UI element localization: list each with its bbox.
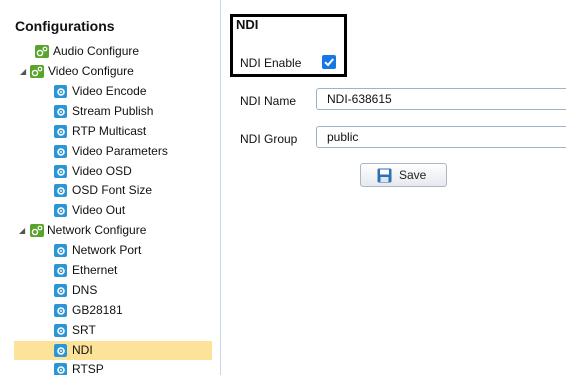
sidebar-item-label: Ethernet <box>72 263 118 277</box>
ndi-enable-checkbox[interactable] <box>322 55 336 69</box>
gear-icon <box>54 324 67 337</box>
gear-icon <box>54 204 67 217</box>
sidebar-item-label: Audio Configure <box>53 44 140 58</box>
collapse-arrow-icon[interactable]: ◢ <box>19 221 27 240</box>
sidebar-item-label: GB28181 <box>72 303 123 317</box>
sidebar-item-label: Video Encode <box>72 84 147 98</box>
sidebar-item-video-out[interactable]: Video Out <box>0 201 220 220</box>
sidebar-item-video-encode[interactable]: Video Encode <box>0 82 220 101</box>
collapse-arrow-icon[interactable]: ◢ <box>20 62 28 81</box>
sidebar-item-ethernet[interactable]: Ethernet <box>0 261 220 280</box>
sidebar-item-label: RTSP <box>72 362 104 375</box>
sidebar-item-rtsp[interactable]: RTSP <box>0 360 220 375</box>
sidebar-item-network-configure[interactable]: ◢ Network Configure <box>0 221 220 240</box>
sidebar-item-label: SRT <box>72 323 96 337</box>
save-button[interactable]: Save <box>360 163 447 187</box>
sidebar-item-label: OSD Font Size <box>72 183 153 197</box>
save-button-label: Save <box>399 168 427 182</box>
folder-config-icon <box>30 224 44 237</box>
sidebar-item-gb28181[interactable]: GB28181 <box>0 301 220 320</box>
floppy-disk-icon <box>377 168 392 183</box>
ndi-name-label: NDI Name <box>240 94 297 108</box>
sidebar-item-stream-publish[interactable]: Stream Publish <box>0 102 220 121</box>
panel-title: NDI <box>236 17 259 32</box>
gear-icon <box>54 344 67 357</box>
sidebar-item-audio-configure[interactable]: Audio Configure <box>0 42 220 61</box>
sidebar-item-network-port[interactable]: Network Port <box>0 241 220 260</box>
folder-config-icon <box>30 65 44 78</box>
gear-icon <box>54 145 67 158</box>
sidebar-title: Configurations <box>15 18 115 34</box>
ndi-group-input[interactable] <box>316 126 566 148</box>
gear-icon <box>54 184 67 197</box>
gear-icon <box>54 264 67 277</box>
sidebar-item-video-osd[interactable]: Video OSD <box>0 162 220 181</box>
sidebar-item-video-parameters[interactable]: Video Parameters <box>0 142 220 161</box>
sidebar-item-label: Network Port <box>72 243 142 257</box>
ndi-group-label: NDI Group <box>240 132 298 146</box>
sidebar-item-label: NDI <box>72 343 93 357</box>
sidebar-item-label: Stream Publish <box>72 104 154 118</box>
sidebar-item-dns[interactable]: DNS <box>0 281 220 300</box>
check-icon <box>324 58 334 67</box>
sidebar-divider <box>220 0 221 375</box>
configurations-sidebar: Configurations Audio Configure ◢ Video C… <box>0 0 220 375</box>
gear-icon <box>54 85 67 98</box>
sidebar-item-label: Video Parameters <box>72 144 168 158</box>
sidebar-item-rtp-multicast[interactable]: RTP Multicast <box>0 122 220 141</box>
folder-config-icon <box>35 45 49 58</box>
sidebar-item-label: Video Out <box>72 203 126 217</box>
gear-icon <box>54 125 67 138</box>
sidebar-item-label: DNS <box>72 283 98 297</box>
gear-icon <box>54 284 67 297</box>
gear-icon <box>54 165 67 178</box>
sidebar-item-label: RTP Multicast <box>72 124 147 138</box>
sidebar-item-label: Video Configure <box>48 64 134 78</box>
sidebar-item-video-configure[interactable]: ◢ Video Configure <box>0 62 220 81</box>
sidebar-item-label: Network Configure <box>47 223 147 237</box>
gear-icon <box>54 244 67 257</box>
sidebar-item-ndi[interactable]: NDI <box>14 341 212 360</box>
gear-icon <box>54 105 67 118</box>
sidebar-item-label: Video OSD <box>72 164 132 178</box>
gear-icon <box>54 363 67 375</box>
sidebar-item-srt[interactable]: SRT <box>0 321 220 340</box>
sidebar-item-osd-font-size[interactable]: OSD Font Size <box>0 181 220 200</box>
ndi-name-input[interactable] <box>316 88 566 110</box>
gear-icon <box>54 304 67 317</box>
ndi-enable-label: NDI Enable <box>240 56 302 70</box>
